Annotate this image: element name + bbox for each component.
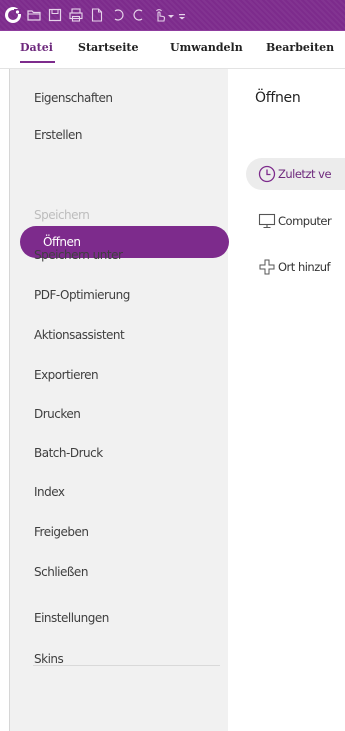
open-folder-icon[interactable]	[26, 7, 42, 23]
sidebar-item-drucken[interactable]: Drucken	[34, 406, 81, 422]
file-menu-sidebar: Eigenschaften Erstellen Öffnen Speichern…	[9, 69, 229, 731]
sidebar-item-pdf-optimierung[interactable]: PDF-Optimierung	[34, 287, 130, 303]
tab-umwandeln[interactable]: Umwandeln	[170, 41, 243, 54]
redo-icon[interactable]	[131, 7, 147, 23]
monitor-icon	[258, 212, 276, 230]
active-tab-indicator	[20, 61, 55, 63]
tab-bearbeiten[interactable]: Bearbeiten	[266, 41, 334, 54]
open-option-computer[interactable]: Computer	[246, 205, 345, 237]
open-option-label: Computer	[278, 214, 332, 228]
sidebar-item-einstellungen[interactable]: Einstellungen	[34, 610, 109, 626]
open-option-label: Ort hinzuf	[278, 260, 331, 274]
ribbon-tab-bar: Datei Startseite Umwandeln Bearbeiten	[0, 31, 345, 69]
page-title: Öffnen	[255, 90, 301, 106]
sidebar-item-skins[interactable]: Skins	[34, 651, 64, 667]
sidebar-item-exportieren[interactable]: Exportieren	[34, 367, 99, 383]
sidebar-item-index[interactable]: Index	[34, 484, 65, 500]
sidebar-item-speichern[interactable]: Speichern	[34, 207, 90, 223]
chevron-down-icon[interactable]	[166, 7, 176, 23]
tab-startseite[interactable]: Startseite	[78, 41, 138, 54]
sidebar-item-speichern-unter[interactable]: Speichern unter	[34, 247, 123, 263]
tab-datei[interactable]: Datei	[20, 41, 53, 54]
open-option-add-place[interactable]: Ort hinzuf	[246, 251, 345, 283]
open-option-recent[interactable]: Zuletzt ve	[246, 158, 345, 190]
app-logo-icon[interactable]	[5, 7, 21, 23]
sidebar-item-eigenschaften[interactable]: Eigenschaften	[34, 90, 113, 106]
sidebar-item-aktionsassistent[interactable]: Aktionsassistent	[34, 327, 125, 343]
save-icon[interactable]	[47, 7, 63, 23]
print-icon[interactable]	[68, 7, 84, 23]
plus-icon	[258, 258, 276, 276]
quick-access-toolbar	[0, 0, 345, 31]
sidebar-item-batch-druck[interactable]: Batch-Druck	[34, 445, 103, 461]
new-doc-icon[interactable]	[89, 7, 105, 23]
clock-icon	[258, 165, 276, 183]
undo-icon[interactable]	[110, 7, 126, 23]
open-option-label: Zuletzt ve	[278, 167, 332, 181]
sidebar-item-schliessen[interactable]: Schließen	[34, 564, 88, 580]
sidebar-item-erstellen[interactable]: Erstellen	[34, 127, 83, 143]
sidebar-item-freigeben[interactable]: Freigeben	[34, 524, 89, 540]
customize-toolbar-icon[interactable]	[177, 7, 187, 23]
